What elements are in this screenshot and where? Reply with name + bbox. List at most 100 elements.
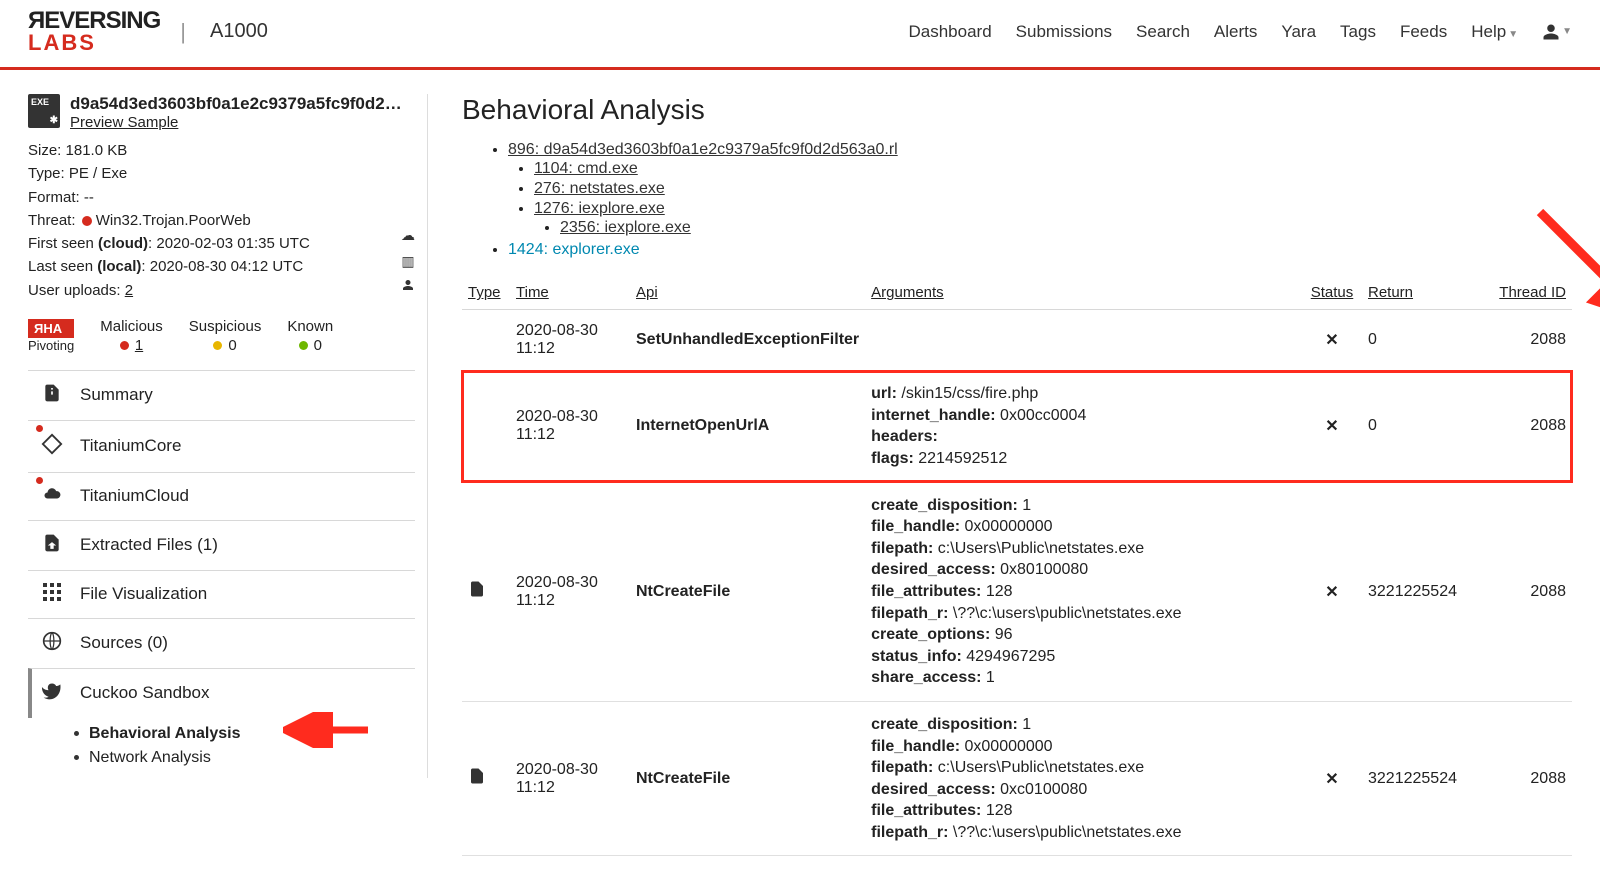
- row-type-icon-cell: [462, 482, 510, 701]
- process-tree: 896: d9a54d3ed3603bf0a1e2c9379a5fc9f0d2d…: [462, 140, 1572, 260]
- col-return[interactable]: Return: [1362, 276, 1482, 310]
- nav-help[interactable]: Help▼: [1471, 22, 1518, 42]
- first-seen-value: : 2020-02-03 01:35 UTC: [148, 235, 310, 252]
- col-api[interactable]: Api: [630, 276, 865, 310]
- row-type-icon-cell: [462, 701, 510, 856]
- cuckoo-sublist: Behavioral Analysis Network Analysis: [28, 718, 415, 778]
- process-node[interactable]: 1276: iexplore.exe 2356: iexplore.exe: [534, 199, 1572, 239]
- malicious-count[interactable]: Malicious 1: [100, 318, 163, 354]
- nav-feeds[interactable]: Feeds: [1400, 22, 1447, 42]
- nav-help-label: Help: [1471, 22, 1506, 41]
- first-seen-label: First seen: [28, 235, 94, 252]
- process-root[interactable]: 896: d9a54d3ed3603bf0a1e2c9379a5fc9f0d2d…: [508, 140, 1572, 240]
- known-count[interactable]: Known 0: [287, 318, 333, 354]
- format-label: Format:: [28, 189, 80, 206]
- col-time[interactable]: Time: [510, 276, 630, 310]
- col-status[interactable]: Status: [1302, 276, 1362, 310]
- row-thread-id: 2088: [1482, 701, 1572, 856]
- format-value: --: [84, 189, 94, 206]
- subtab-behavioral-analysis[interactable]: Behavioral Analysis: [74, 722, 415, 746]
- row-arguments: [865, 310, 1302, 371]
- tab-sources-label: Sources (0): [80, 633, 168, 653]
- last-seen-value: : 2020-08-30 04:12 UTC: [141, 258, 303, 275]
- notification-dot-icon: [36, 425, 43, 432]
- row-thread-id: 2088: [1482, 371, 1572, 482]
- process-node[interactable]: 276: netstates.exe: [534, 179, 1572, 199]
- sidebar-tabs: Summary TitaniumCore TitaniumCloud Extra…: [28, 370, 415, 778]
- row-arguments: create_disposition: 1file_handle: 0x0000…: [865, 482, 1302, 701]
- tab-cuckoo-sandbox[interactable]: Cuckoo Sandbox: [28, 668, 415, 718]
- row-type-icon-cell: [462, 371, 510, 482]
- tab-file-visualization[interactable]: File Visualization: [28, 570, 415, 618]
- api-calls-table: Type Time Api Arguments Status Return Th…: [462, 276, 1572, 856]
- nav-tags[interactable]: Tags: [1340, 22, 1376, 42]
- chevron-down-icon: ▼: [1508, 29, 1518, 40]
- rha-pivoting[interactable]: ЯHA Pivoting: [28, 319, 74, 353]
- threat-dot-icon: [82, 216, 92, 226]
- sidebar: EXE✱ d9a54d3ed3603bf0a1e2c9379a5fc9f0d2d…: [28, 94, 428, 778]
- table-row: 2020-08-3011:12InternetOpenUrlAurl: /ski…: [462, 371, 1572, 482]
- uploads-label: User uploads:: [28, 282, 121, 299]
- row-api-name: NtCreateFile: [630, 701, 865, 856]
- row-arguments: create_disposition: 1file_handle: 0x0000…: [865, 701, 1302, 856]
- process-node[interactable]: 2356: iexplore.exe: [560, 218, 1572, 238]
- top-nav: Dashboard Submissions Search Alerts Yara…: [909, 22, 1573, 42]
- green-dot-icon: [299, 341, 308, 350]
- rha-badge: ЯHA: [28, 319, 74, 338]
- red-dot-icon: [120, 341, 129, 350]
- process-root-label: 896: d9a54d3ed3603bf0a1e2c9379a5fc9f0d2d…: [508, 141, 898, 158]
- user-menu[interactable]: ▼: [1542, 23, 1572, 41]
- server-icon: ▥: [401, 251, 414, 273]
- malicious-value: 1: [135, 337, 143, 354]
- tab-extracted-files[interactable]: Extracted Files (1): [28, 520, 415, 570]
- tab-titaniumcloud[interactable]: TitaniumCloud: [28, 472, 415, 520]
- type-label: Type:: [28, 165, 65, 182]
- row-type-icon-cell: [462, 310, 510, 371]
- process-node[interactable]: 1424: explorer.exe: [508, 240, 1572, 260]
- row-arguments: url: /skin15/css/fire.phpinternet_handle…: [865, 371, 1302, 482]
- suspicious-count[interactable]: Suspicious 0: [189, 318, 262, 354]
- row-return: 3221225524: [1362, 701, 1482, 856]
- table-header-row: Type Time Api Arguments Status Return Th…: [462, 276, 1572, 310]
- process-node-label: 1424: explorer.exe: [508, 241, 640, 258]
- suspicious-label: Suspicious: [189, 318, 262, 335]
- bird-icon: [40, 681, 64, 706]
- row-api-name: NtCreateFile: [630, 482, 865, 701]
- tab-summary-label: Summary: [80, 385, 153, 405]
- diamond-icon: [40, 433, 64, 460]
- fail-icon: ✕: [1325, 332, 1338, 349]
- malicious-label: Malicious: [100, 318, 163, 335]
- info-icon: [40, 383, 64, 408]
- brand-separator: |: [180, 19, 186, 45]
- tab-titaniumcore[interactable]: TitaniumCore: [28, 420, 415, 472]
- nav-alerts[interactable]: Alerts: [1214, 22, 1257, 42]
- col-type[interactable]: Type: [462, 276, 510, 310]
- row-thread-id: 2088: [1482, 482, 1572, 701]
- col-thread[interactable]: Thread ID: [1482, 276, 1572, 310]
- sample-header: EXE✱ d9a54d3ed3603bf0a1e2c9379a5fc9f0d2d…: [28, 94, 415, 131]
- nav-search[interactable]: Search: [1136, 22, 1190, 42]
- nav-submissions[interactable]: Submissions: [1016, 22, 1112, 42]
- sample-hash: d9a54d3ed3603bf0a1e2c9379a5fc9f0d2d56...: [70, 94, 410, 114]
- process-node-label: 1104: cmd.exe: [534, 160, 638, 177]
- preview-sample-link[interactable]: Preview Sample: [70, 114, 410, 131]
- uploads-value[interactable]: 2: [125, 282, 133, 299]
- threat-label: Threat:: [28, 212, 76, 229]
- tab-summary[interactable]: Summary: [28, 370, 415, 420]
- nav-dashboard[interactable]: Dashboard: [909, 22, 992, 42]
- process-node[interactable]: 1104: cmd.exe: [534, 159, 1572, 179]
- nav-yara[interactable]: Yara: [1281, 22, 1316, 42]
- user-icon: [402, 276, 414, 298]
- row-time: 2020-08-3011:12: [510, 701, 630, 856]
- row-status: ✕: [1302, 482, 1362, 701]
- col-arguments[interactable]: Arguments: [865, 276, 1302, 310]
- fail-icon: ✕: [1325, 771, 1338, 788]
- subtab-network-analysis[interactable]: Network Analysis: [74, 746, 415, 770]
- subtab-behavioral-label: Behavioral Analysis: [89, 725, 240, 742]
- subtab-network-label: Network Analysis: [89, 749, 211, 766]
- row-return: 3221225524: [1362, 482, 1482, 701]
- product-name: A1000: [210, 20, 268, 43]
- cloud-icon: [40, 485, 64, 508]
- tab-sources[interactable]: Sources (0): [28, 618, 415, 668]
- row-api-name: InternetOpenUrlA: [630, 371, 865, 482]
